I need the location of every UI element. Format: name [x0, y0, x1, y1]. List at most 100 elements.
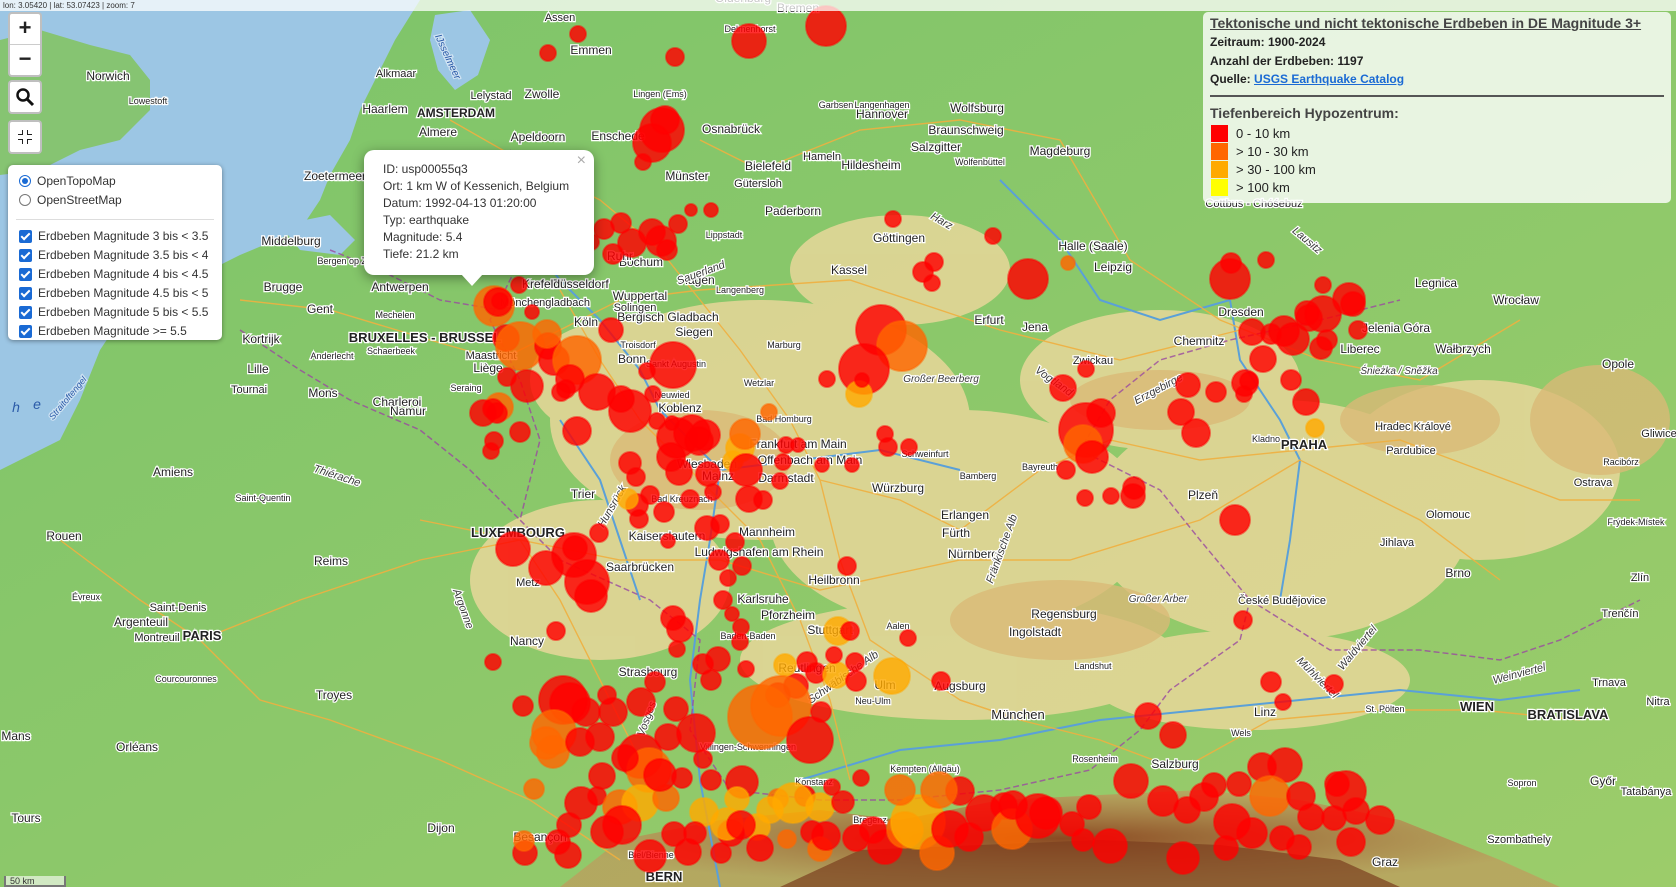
earthquake-marker[interactable]: [546, 621, 566, 641]
earthquake-marker[interactable]: [650, 105, 680, 135]
earthquake-marker[interactable]: [1102, 487, 1120, 505]
earthquake-marker[interactable]: [644, 385, 662, 403]
earthquake-marker[interactable]: [486, 402, 508, 424]
earthquake-marker[interactable]: [729, 453, 763, 487]
earthquake-marker[interactable]: [1348, 320, 1368, 340]
earthquake-marker[interactable]: [845, 670, 867, 692]
earthquake-marker[interactable]: [610, 212, 632, 234]
earthquake-marker[interactable]: [539, 44, 557, 62]
earthquake-marker[interactable]: [626, 687, 656, 717]
earthquake-marker[interactable]: [984, 227, 1002, 245]
earthquake-marker[interactable]: [884, 774, 916, 806]
earthquake-marker[interactable]: [1092, 828, 1128, 864]
earthquake-marker[interactable]: [825, 646, 843, 664]
earthquake-marker[interactable]: [732, 618, 750, 636]
earthquake-marker[interactable]: [998, 790, 1028, 820]
earthquake-marker[interactable]: [1314, 276, 1332, 294]
earthquake-marker[interactable]: [611, 744, 639, 772]
earthquake-marker[interactable]: [810, 701, 832, 723]
earthquake-marker[interactable]: [805, 792, 835, 822]
earthquake-marker[interactable]: [1077, 360, 1095, 378]
earthquake-marker[interactable]: [1056, 460, 1076, 480]
earthquake-marker[interactable]: [1309, 336, 1333, 360]
earthquake-marker[interactable]: [680, 489, 700, 509]
earthquake-marker[interactable]: [551, 382, 571, 402]
earthquake-marker[interactable]: [724, 606, 740, 622]
earthquake-marker[interactable]: [491, 292, 509, 310]
earthquake-marker[interactable]: [1292, 388, 1320, 416]
earthquake-marker[interactable]: [607, 385, 635, 413]
earthquake-marker[interactable]: [532, 319, 562, 349]
earthquake-marker[interactable]: [746, 834, 774, 862]
base-layer-opentopomap[interactable]: OpenTopoMap: [19, 172, 116, 190]
earthquake-marker[interactable]: [617, 488, 639, 510]
earthquake-marker[interactable]: [1305, 418, 1325, 438]
earthquake-marker[interactable]: [1201, 772, 1227, 798]
earthquake-marker[interactable]: [1076, 794, 1102, 820]
earthquake-marker[interactable]: [1159, 721, 1187, 749]
earthquake-marker[interactable]: [731, 23, 767, 59]
earthquake-marker[interactable]: [689, 419, 721, 451]
earthquake-marker[interactable]: [1325, 770, 1367, 812]
earthquake-marker[interactable]: [900, 438, 918, 456]
earthquake-marker[interactable]: [729, 418, 761, 450]
earthquake-marker[interactable]: [1071, 828, 1095, 852]
earthquake-marker[interactable]: [695, 461, 721, 487]
earthquake-marker[interactable]: [726, 810, 756, 840]
earthquake-marker[interactable]: [884, 210, 902, 228]
earthquake-marker[interactable]: [1226, 771, 1252, 797]
earthquake-marker[interactable]: [495, 531, 531, 567]
earthquake-marker[interactable]: [585, 722, 615, 752]
earthquake-marker[interactable]: [656, 239, 678, 261]
earthquake-marker[interactable]: [873, 657, 911, 695]
overlay-mag-3-5[interactable]: Erdbeben Magnitude 3.5 bis < 4: [19, 246, 208, 264]
earthquake-marker[interactable]: [1274, 693, 1292, 711]
earthquake-marker[interactable]: [818, 370, 836, 388]
earthquake-marker[interactable]: [1257, 251, 1275, 269]
earthquake-marker[interactable]: [837, 556, 857, 576]
earthquake-marker[interactable]: [710, 514, 730, 534]
base-layer-openstreetmap[interactable]: OpenStreetMap: [19, 191, 122, 209]
earthquake-marker[interactable]: [1175, 372, 1201, 398]
earthquake-marker[interactable]: [1049, 374, 1077, 402]
earthquake-marker[interactable]: [666, 615, 694, 643]
earthquake-marker[interactable]: [774, 453, 792, 471]
earthquake-marker[interactable]: [1166, 841, 1200, 875]
earthquake-marker[interactable]: [562, 416, 592, 446]
earthquake-marker[interactable]: [660, 533, 676, 549]
earthquake-marker[interactable]: [643, 758, 677, 792]
earthquake-marker[interactable]: [482, 442, 500, 460]
popup-close-button[interactable]: ×: [577, 152, 586, 170]
earthquake-marker[interactable]: [1113, 763, 1149, 799]
earthquake-marker[interactable]: [725, 532, 745, 552]
earthquake-marker[interactable]: [1249, 345, 1277, 373]
earthquake-marker[interactable]: [920, 771, 958, 809]
earthquake-marker[interactable]: [845, 652, 865, 672]
earthquake-marker[interactable]: [569, 25, 587, 43]
earthquake-marker[interactable]: [598, 317, 624, 343]
earthquake-marker[interactable]: [923, 274, 941, 292]
earthquake-marker[interactable]: [1336, 827, 1366, 857]
checkbox-checked-icon[interactable]: [19, 229, 32, 243]
checkbox-checked-icon[interactable]: [19, 248, 32, 262]
earthquake-marker[interactable]: [589, 523, 609, 543]
earthquake-marker[interactable]: [1235, 385, 1253, 403]
overlay-mag-4[interactable]: Erdbeben Magnitude 4 bis < 4.5: [19, 265, 208, 283]
earthquake-marker[interactable]: [1294, 300, 1320, 326]
overlay-mag-5-5[interactable]: Erdbeben Magnitude >= 5.5: [19, 322, 187, 340]
earthquake-marker[interactable]: [523, 778, 545, 800]
earthquake-marker[interactable]: [513, 830, 535, 852]
earthquake-marker[interactable]: [790, 437, 806, 453]
earthquake-marker[interactable]: [1365, 805, 1395, 835]
earthquake-marker[interactable]: [665, 47, 685, 67]
earthquake-marker[interactable]: [771, 472, 789, 490]
earthquake-marker[interactable]: [638, 362, 656, 380]
earthquake-marker[interactable]: [693, 749, 713, 769]
earthquake-marker[interactable]: [574, 579, 608, 613]
earthquake-marker[interactable]: [840, 621, 860, 641]
earthquake-marker[interactable]: [653, 501, 675, 523]
earthquake-marker[interactable]: [704, 483, 722, 501]
earthquake-marker[interactable]: [1286, 834, 1312, 860]
earthquake-marker[interactable]: [1321, 805, 1347, 831]
earthquake-marker[interactable]: [510, 276, 528, 294]
